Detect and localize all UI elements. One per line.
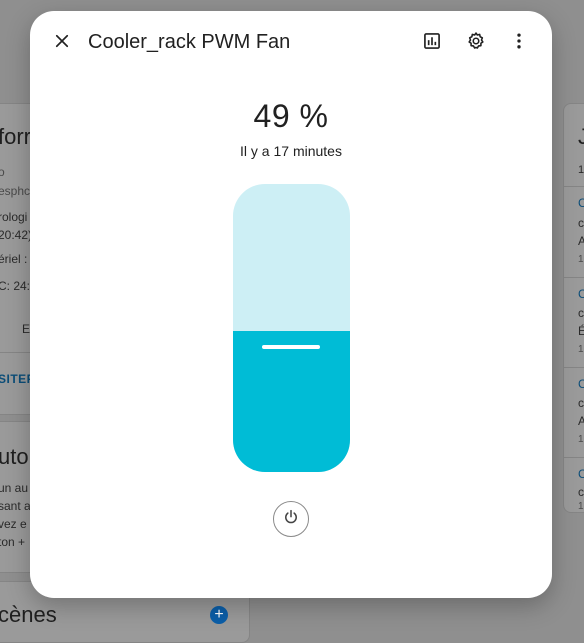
logbook-entry-line: 1 bbox=[578, 501, 584, 512]
device-info-line: ériel : bbox=[0, 252, 28, 266]
logbook-entry-line: c bbox=[578, 485, 584, 499]
automation-line: sant a bbox=[0, 499, 31, 513]
divider bbox=[563, 277, 584, 278]
more-info-dialog: Cooler_rack PWM Fan 49 % Il y a 17 minut… bbox=[30, 11, 552, 598]
more-vert-icon bbox=[509, 31, 529, 56]
add-scene-button: + bbox=[210, 606, 228, 624]
device-info-line: E bbox=[22, 322, 31, 336]
fan-speed-fill bbox=[233, 331, 350, 472]
power-icon bbox=[282, 508, 300, 531]
dialog-header: Cooler_rack PWM Fan bbox=[30, 11, 552, 75]
fan-speed-slider[interactable] bbox=[233, 184, 350, 472]
fan-speed-value: 49 % bbox=[253, 98, 329, 134]
logbook-entry-line: c bbox=[578, 306, 584, 320]
logbook-entry-line: C bbox=[578, 196, 584, 210]
logbook-heading: J bbox=[578, 124, 584, 149]
settings-button[interactable] bbox=[456, 23, 496, 63]
device-info-line: esphc bbox=[0, 184, 31, 198]
device-info-line: rologi bbox=[0, 210, 28, 224]
logbook-entry-line: 1 bbox=[578, 254, 584, 265]
automation-line: ton + bbox=[0, 535, 26, 549]
logbook-entry-line: c bbox=[578, 216, 584, 230]
power-toggle-button[interactable] bbox=[273, 501, 309, 537]
close-icon bbox=[53, 32, 71, 55]
logbook-entry-line: A bbox=[578, 234, 584, 248]
logbook-entry-line: C bbox=[578, 467, 584, 481]
scenes-heading: cènes bbox=[0, 602, 57, 627]
last-changed-text: Il y a 17 minutes bbox=[240, 143, 342, 159]
device-info-line: 20:42) bbox=[0, 228, 33, 242]
logbook-entry-line: C bbox=[578, 377, 584, 391]
logbook-entry-line: C bbox=[578, 287, 584, 301]
device-info-line: C: 24: bbox=[0, 279, 31, 293]
gear-icon bbox=[466, 31, 486, 56]
logbook-entry-line: A bbox=[578, 414, 584, 428]
device-info-heading: forr bbox=[0, 124, 31, 149]
chart-icon bbox=[422, 31, 442, 56]
history-button[interactable] bbox=[412, 23, 452, 63]
dialog-title: Cooler_rack PWM Fan bbox=[88, 31, 291, 53]
divider bbox=[563, 367, 584, 368]
logbook-date: 1 bbox=[578, 164, 584, 176]
close-button[interactable] bbox=[42, 23, 82, 63]
divider bbox=[563, 186, 584, 187]
more-options-button[interactable] bbox=[499, 23, 539, 63]
automation-line: vez e bbox=[0, 517, 27, 531]
automation-line: un au bbox=[0, 481, 29, 495]
logbook-entry-line: c bbox=[578, 396, 584, 410]
device-info-line: o bbox=[0, 165, 5, 179]
logbook-entry-line: É bbox=[578, 324, 584, 338]
divider bbox=[563, 457, 584, 458]
logbook-entry-line: 1 bbox=[578, 344, 584, 355]
slider-handle[interactable] bbox=[262, 345, 320, 349]
logbook-entry-line: 1 bbox=[578, 434, 584, 445]
